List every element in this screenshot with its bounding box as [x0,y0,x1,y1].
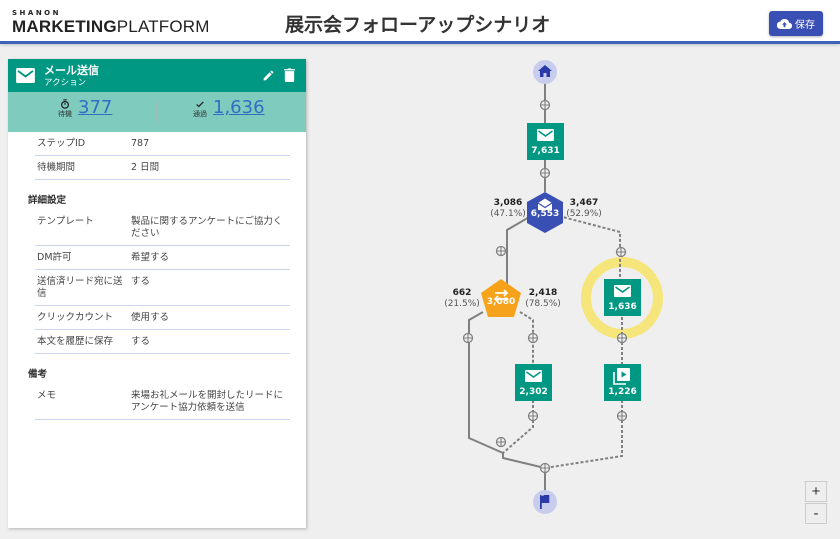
condition-node-count: 6,553 [530,209,560,219]
branch-pct: (52.9%) [566,209,602,219]
edge-video-end [544,400,623,469]
video-node-count: 1,226 [608,387,637,397]
row-key: テンプレート [37,216,94,227]
branch-label-open-yes: 3,086 (47.1%) [488,198,528,220]
edge-open-no [558,215,621,282]
timer-icon [61,99,69,109]
waiting-count-link[interactable]: 377 [78,96,112,120]
edit-icon[interactable] [262,69,275,82]
mail-node-count: 7,631 [531,146,560,156]
branch-count: 3,086 [493,198,523,208]
row-key: クリックカウント [37,312,114,323]
waiting-label: 待機 [58,110,72,118]
mail-icon [614,285,631,297]
step-detail-panel: メール送信 アクション 待機 377 通過 1,636 ステップID 787 待… [8,59,306,528]
zoom-out-button[interactable]: - [805,503,827,524]
row-value: 使用する [131,312,170,323]
branch-count: 3,467 [569,198,599,208]
passed-label: 通過 [193,110,207,118]
row-key: 待機期間 [37,162,76,173]
row-value: 希望する [131,252,170,263]
branch-label-split-b: 2,418 (78.5%) [521,288,565,310]
add-step-button[interactable] [616,332,628,344]
zoom-in-button[interactable]: + [805,481,827,502]
row-dm-permission: DM許可 希望する [35,246,290,270]
edge-open-yes [506,215,532,282]
end-node[interactable] [533,490,557,514]
edge-split-a [468,311,504,454]
add-step-button[interactable] [495,436,507,448]
row-key: ステップID [37,138,86,149]
add-step-button[interactable] [527,410,539,422]
add-step-button[interactable] [539,99,551,111]
add-step-button[interactable] [539,462,551,474]
row-value: 製品に関するアンケートにご協力ください [131,216,283,239]
panel-title: メール送信 [44,64,99,77]
row-key: メモ [37,390,57,401]
start-node[interactable] [533,60,557,84]
row-value: 来場お礼メールを開封したリードにアンケート協力依頼を送信 [131,390,284,413]
branch-pct: (78.5%) [525,299,561,309]
add-step-button[interactable] [539,167,551,179]
save-button[interactable]: 保存 [769,11,823,36]
row-save-body: 本文を履歴に保存 する [35,330,290,354]
logo-light: PLATFORM [116,17,210,36]
row-value: 787 [131,138,150,149]
passed-count-link[interactable]: 1,636 [213,96,265,120]
logo-bold: MARKETING [12,17,117,36]
mail-node-count: 1,636 [608,302,637,312]
detail-list: ステップID 787 待機期間 2 日間 詳細設定 テンプレート 製品に関するア… [8,132,306,420]
page-title: 展示会フォローアップシナリオ [285,14,551,36]
row-template: テンプレート 製品に関するアンケートにご協力ください [35,210,290,246]
save-label: 保存 [795,20,815,31]
row-value: する [131,336,151,347]
cloud-upload-icon [777,18,792,29]
row-value: 2 日間 [131,162,160,173]
mail-icon [16,68,35,83]
row-key: 本文を履歴に保存 [37,336,114,347]
add-step-button[interactable] [527,332,539,344]
app-header: SHANON MARKETINGPLATFORM 展示会フォローアップシナリオ … [0,0,840,44]
logo[interactable]: SHANON MARKETINGPLATFORM [12,9,210,37]
row-wait-period: 待機期間 2 日間 [35,156,290,180]
trash-icon[interactable] [284,68,295,82]
mail-icon [525,370,542,382]
branch-pct: (21.5%) [444,299,480,309]
add-step-button[interactable] [495,245,507,257]
passed-stat: 通過 1,636 [193,96,265,120]
split-node-count: 3,080 [486,297,516,307]
edge-mail2-merge [502,400,534,454]
logo-top: SHANON [12,9,61,17]
panel-subtitle: アクション [44,78,87,88]
mail-icon [537,129,554,141]
add-step-button[interactable] [462,332,474,344]
branch-count: 2,418 [528,288,558,298]
stats-bar: 待機 377 通過 1,636 [8,92,306,132]
waiting-stat: 待機 377 [58,96,112,120]
row-memo: メモ 来場お礼メールを開封したリードにアンケート協力依頼を送信 [35,384,290,420]
row-key: DM許可 [37,252,72,263]
mail-node-count: 2,302 [519,387,548,397]
add-step-button[interactable] [615,246,627,258]
section-heading-details: 詳細設定 [28,195,67,206]
branch-label-split-a: 662 (21.5%) [442,288,482,310]
logo-main: MARKETINGPLATFORM [12,17,210,37]
row-click-count: クリックカウント 使用する [35,306,290,330]
row-key: 送信済リード宛に送信 [37,276,123,299]
row-send-to-sent: 送信済リード宛に送信 する [35,270,290,306]
branch-count: 662 [452,288,472,298]
panel-header: メール送信 アクション [8,59,306,92]
check-icon [196,101,204,108]
scenario-flow-canvas[interactable]: 7,631 6,553 3,080 2,302 1,636 1,226 3,08… [420,50,680,530]
zoom-controls: + - [805,481,827,525]
row-step-id: ステップID 787 [35,132,290,156]
add-step-button[interactable] [616,410,628,422]
row-value: する [131,276,151,287]
branch-pct: (47.1%) [490,209,526,219]
edge-merge-end [502,453,546,492]
stat-divider [156,100,157,124]
branch-label-open-no: 3,467 (52.9%) [562,198,606,220]
section-heading-notes: 備考 [28,369,48,380]
